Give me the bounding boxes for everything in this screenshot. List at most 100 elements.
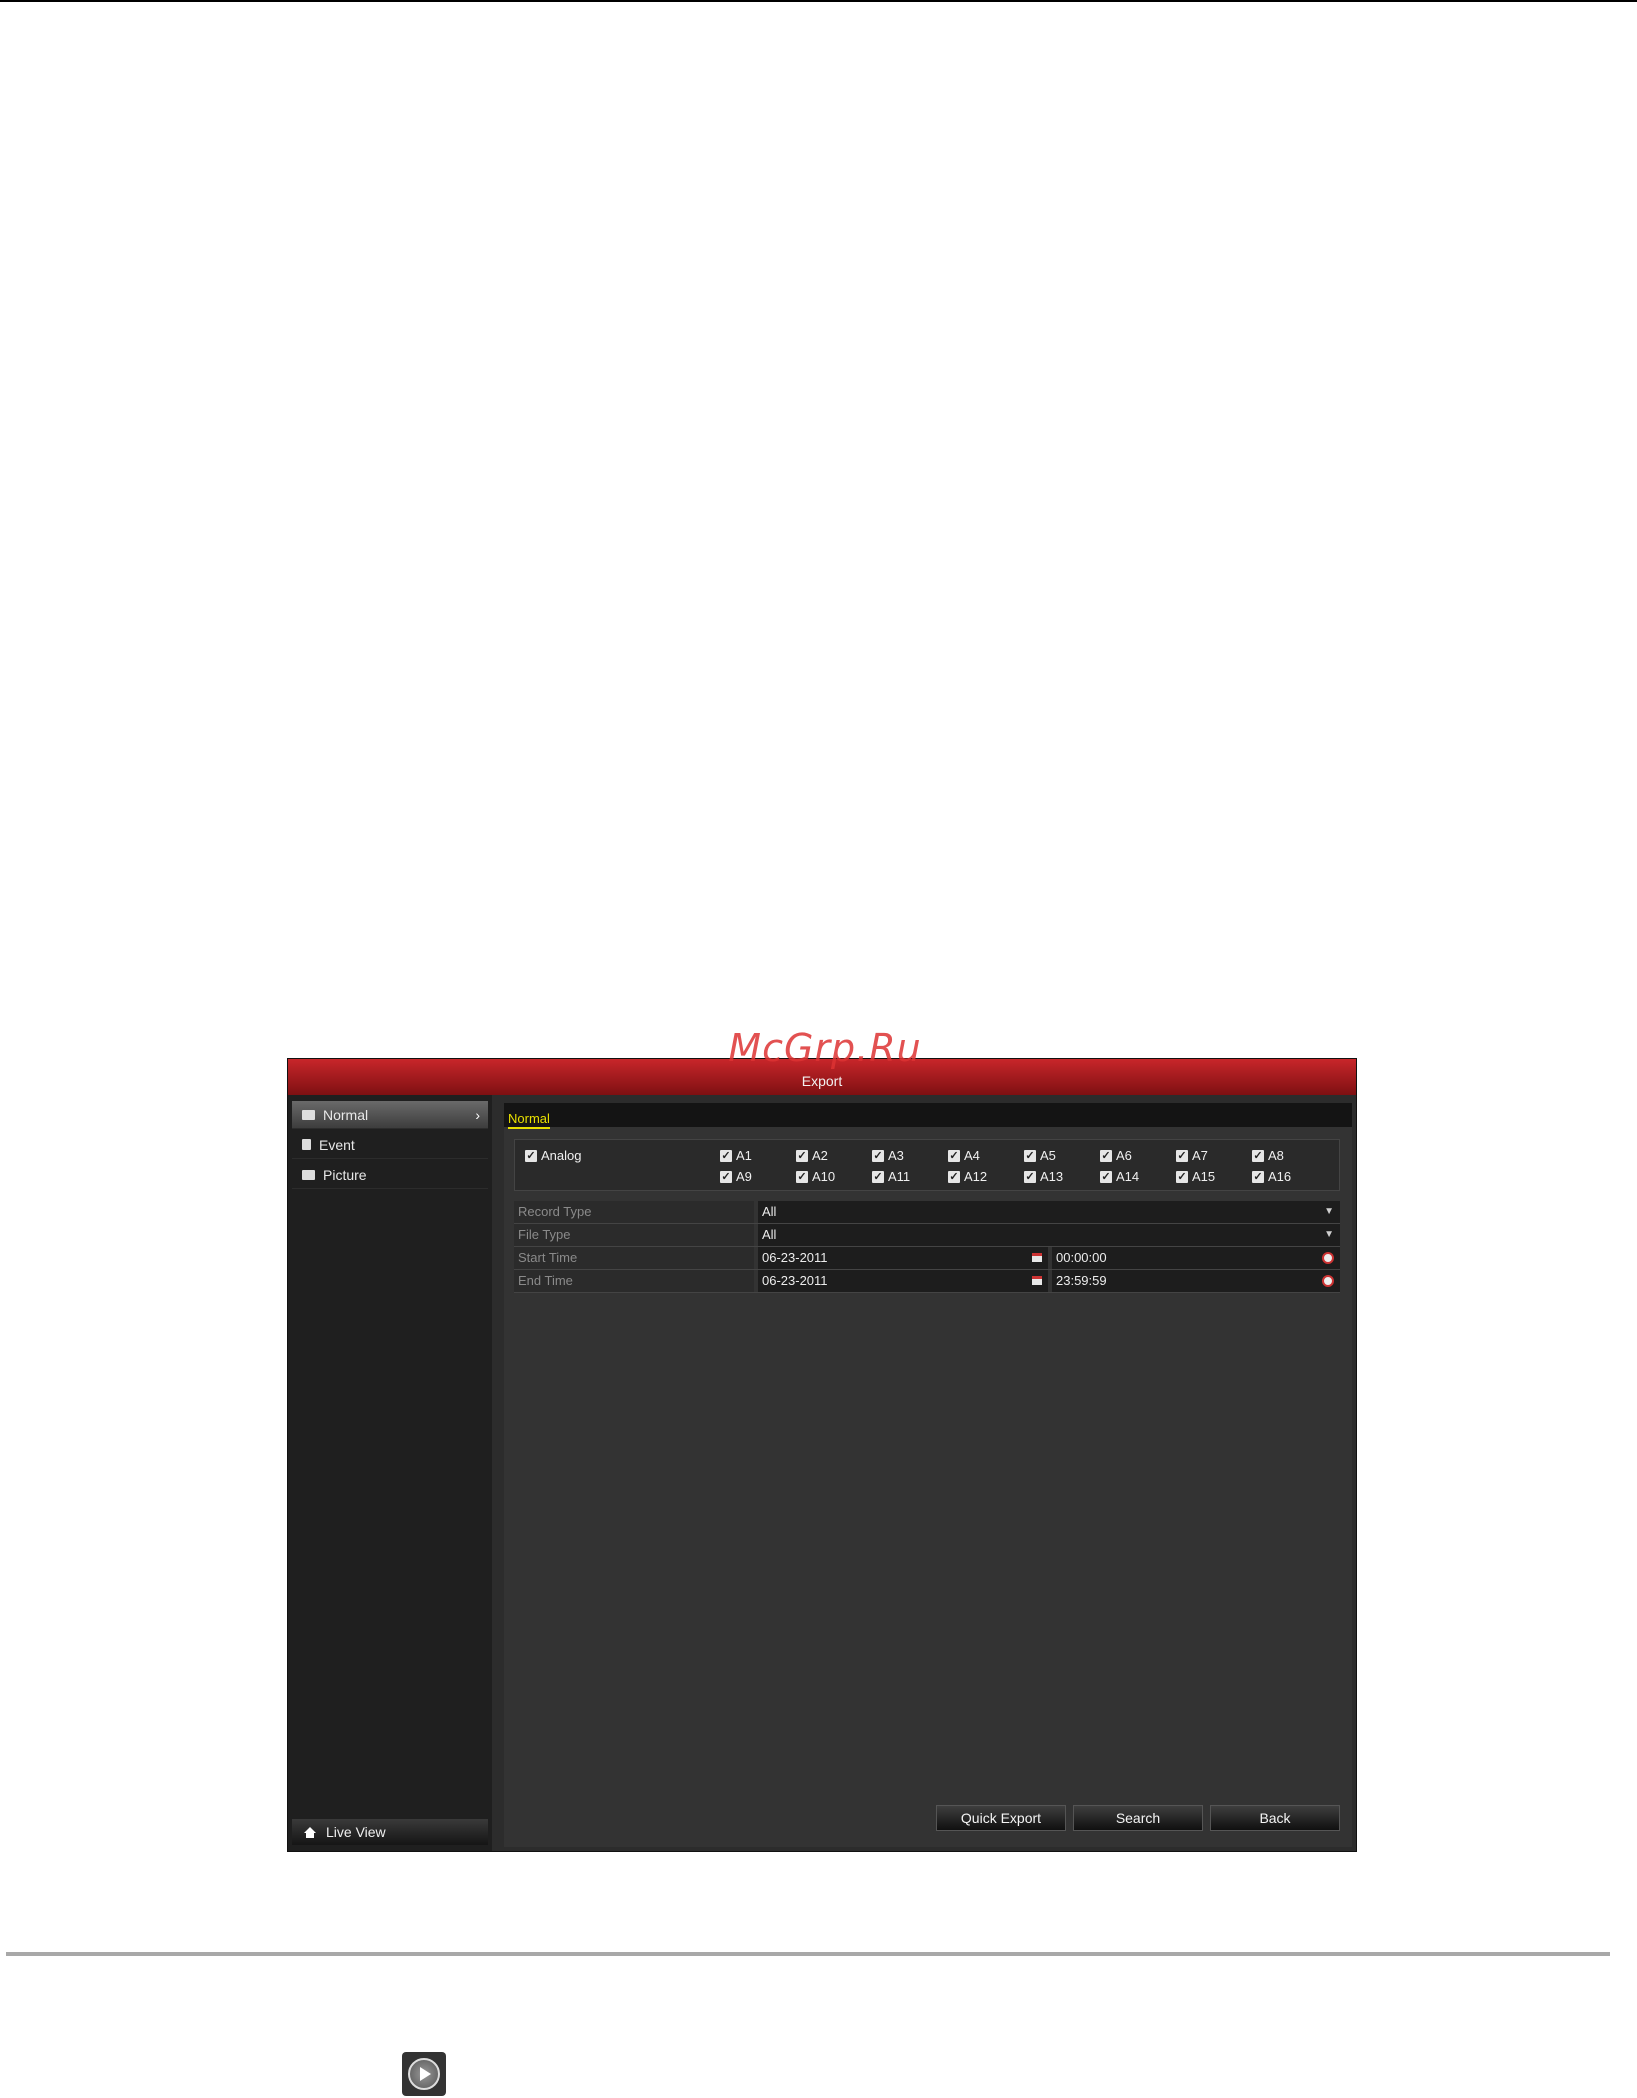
channel-checkbox[interactable]: A16 (1252, 1169, 1291, 1184)
channel-checkbox[interactable]: A10 (796, 1169, 835, 1184)
search-button[interactable]: Search (1073, 1805, 1203, 1831)
live-view-label: Live View (326, 1824, 386, 1840)
channel-label: A6 (1116, 1148, 1132, 1163)
checkbox-icon (720, 1170, 732, 1183)
sidebar-item-label: Picture (323, 1166, 367, 1183)
channel-label: A15 (1192, 1169, 1216, 1184)
dropdown-arrow-icon: ▼ (1324, 1206, 1334, 1217)
export-window: Export Normal › Event Picture Live View … (287, 1058, 1357, 1852)
checkbox-icon (872, 1170, 884, 1183)
checkbox-icon (948, 1149, 960, 1162)
channel-checkbox[interactable]: A6 (1100, 1148, 1132, 1163)
end-date-field[interactable]: 06-23-2011 (758, 1270, 1048, 1292)
channel-label: A5 (1040, 1148, 1056, 1163)
sidebar-item-picture[interactable]: Picture (292, 1161, 488, 1189)
checkbox-icon (1024, 1170, 1036, 1183)
start-time-row: Start Time 06-23-2011 00:00:00 (514, 1247, 1340, 1270)
checkbox-icon (1100, 1170, 1112, 1183)
channel-checkbox[interactable]: A5 (1024, 1148, 1056, 1163)
analog-label: Analog (541, 1148, 582, 1163)
channel-label: A7 (1192, 1148, 1208, 1163)
sidebar-item-label: Normal (323, 1106, 369, 1123)
record-type-select[interactable]: All ▼ (758, 1201, 1340, 1223)
checkbox-icon (948, 1170, 960, 1183)
folder-icon (302, 1109, 315, 1120)
channel-selector: Analog A1 A2 A3 A4 A5 A6 A7 A8 A9 A10 A11 A12 A13 A14… (514, 1139, 1340, 1191)
file-type-row: File Type All ▼ (514, 1224, 1340, 1247)
channel-checkbox[interactable]: A3 (872, 1148, 904, 1163)
bottom-rule (6, 1952, 1610, 1956)
channel-checkbox[interactable]: A14 (1100, 1169, 1139, 1184)
end-time-value: 23:59:59 (1056, 1273, 1107, 1288)
checkbox-icon (1176, 1149, 1188, 1162)
picture-icon (302, 1169, 315, 1180)
end-time-label: End Time (514, 1270, 754, 1292)
checkbox-icon (796, 1170, 808, 1183)
checkbox-icon (1024, 1149, 1036, 1162)
checkbox-icon (1100, 1149, 1112, 1162)
checkbox-icon (1176, 1170, 1188, 1183)
tab-bar: Normal (504, 1103, 1352, 1129)
channel-label: A10 (812, 1169, 836, 1184)
calendar-icon[interactable] (1032, 1253, 1042, 1262)
sidebar-item-event[interactable]: Event (292, 1131, 488, 1159)
channel-label: A2 (812, 1148, 828, 1163)
checkbox-icon (796, 1149, 808, 1162)
record-type-row: Record Type All ▼ (514, 1201, 1340, 1224)
quick-export-button[interactable]: Quick Export (936, 1805, 1066, 1831)
analog-checkbox[interactable]: Analog (525, 1148, 581, 1163)
checkbox-icon (720, 1149, 732, 1162)
top-rule (0, 0, 1637, 2)
main-panel: Normal Analog A1 A2 A3 A4 A5 A6 A7 A8 A9 A10 A11 A1… (504, 1103, 1352, 1847)
tab-normal[interactable]: Normal (508, 1111, 550, 1129)
channel-label: A3 (888, 1148, 904, 1163)
channel-label: A16 (1268, 1169, 1292, 1184)
channel-checkbox[interactable]: A1 (720, 1148, 752, 1163)
checkbox-icon (872, 1149, 884, 1162)
file-type-label: File Type (514, 1224, 754, 1246)
channel-label: A1 (736, 1148, 752, 1163)
end-time-row: End Time 06-23-2011 23:59:59 (514, 1270, 1340, 1293)
start-time-value: 00:00:00 (1056, 1250, 1107, 1265)
channel-label: A13 (1040, 1169, 1064, 1184)
start-date-value: 06-23-2011 (762, 1250, 828, 1265)
channel-checkbox[interactable]: A9 (720, 1169, 752, 1184)
clock-icon[interactable] (1322, 1252, 1334, 1264)
sidebar-item-normal[interactable]: Normal › (292, 1101, 488, 1129)
calendar-icon[interactable] (1032, 1276, 1042, 1285)
channel-checkbox[interactable]: A7 (1176, 1148, 1208, 1163)
back-button[interactable]: Back (1210, 1805, 1340, 1831)
sidebar: Normal › Event Picture Live View (288, 1095, 492, 1851)
sidebar-item-label: Event (319, 1136, 355, 1153)
file-type-select[interactable]: All ▼ (758, 1224, 1340, 1246)
home-icon (304, 1827, 316, 1838)
channel-checkbox[interactable]: A11 (872, 1169, 910, 1184)
clock-icon[interactable] (1322, 1275, 1334, 1287)
channel-label: A14 (1116, 1169, 1140, 1184)
channel-label: A12 (964, 1169, 988, 1184)
live-view-button[interactable]: Live View (292, 1819, 488, 1845)
checkbox-icon (1252, 1149, 1264, 1162)
channel-checkbox[interactable]: A4 (948, 1148, 980, 1163)
channel-label: A9 (736, 1169, 752, 1184)
channel-label: A4 (964, 1148, 980, 1163)
checkbox-icon (525, 1149, 537, 1162)
channel-checkbox[interactable]: A15 (1176, 1169, 1215, 1184)
checkbox-icon (1252, 1170, 1264, 1183)
end-date-value: 06-23-2011 (762, 1273, 828, 1288)
channel-label: A8 (1268, 1148, 1284, 1163)
play-icon (402, 2052, 446, 2096)
channel-checkbox[interactable]: A2 (796, 1148, 828, 1163)
start-time-field[interactable]: 00:00:00 (1052, 1247, 1340, 1269)
watermark: McGrp.Ru (728, 1026, 922, 1070)
channel-checkbox[interactable]: A8 (1252, 1148, 1284, 1163)
record-type-label: Record Type (514, 1201, 754, 1223)
channel-checkbox[interactable]: A13 (1024, 1169, 1063, 1184)
file-type-value: All (762, 1227, 777, 1242)
chevron-right-icon: › (475, 1106, 480, 1123)
end-time-field[interactable]: 23:59:59 (1052, 1270, 1340, 1292)
start-date-field[interactable]: 06-23-2011 (758, 1247, 1048, 1269)
record-type-value: All (762, 1204, 777, 1219)
dropdown-arrow-icon: ▼ (1324, 1229, 1334, 1240)
channel-checkbox[interactable]: A12 (948, 1169, 987, 1184)
